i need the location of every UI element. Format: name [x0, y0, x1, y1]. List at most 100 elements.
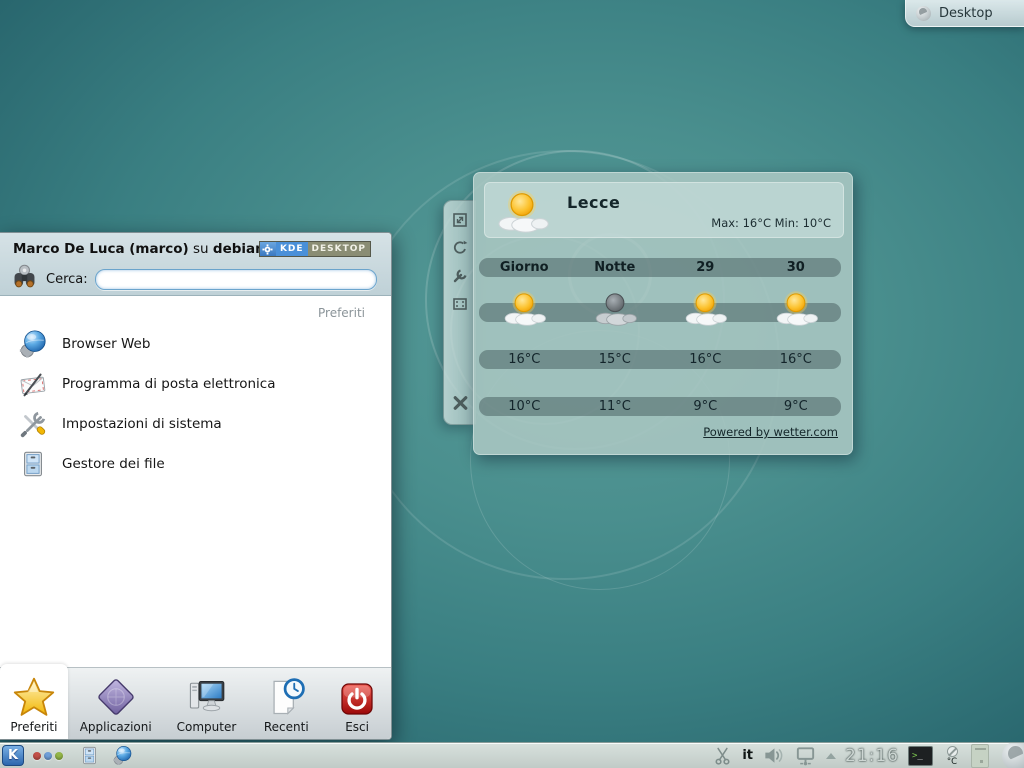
- kickoff-favorites-panel: Preferiti Browser Web Programma di posta…: [0, 297, 391, 667]
- tab-recenti[interactable]: Recenti: [249, 668, 323, 739]
- mail-icon: [18, 369, 48, 399]
- cashew-icon: [916, 6, 931, 21]
- badge-kde-label: KDE: [276, 242, 308, 256]
- activity-dot-red[interactable]: [33, 752, 41, 760]
- configure-button[interactable]: [451, 266, 470, 285]
- terminal-tray-icon[interactable]: >_: [908, 746, 933, 766]
- kmenu-button[interactable]: K: [2, 745, 24, 766]
- network-monitor-icon[interactable]: [794, 744, 817, 767]
- kickoff-tab-bar: Preferiti Applicazioni Computer Recenti …: [0, 667, 391, 739]
- day-temp: 16°C: [660, 352, 751, 367]
- sun-cloud-icon: [682, 289, 728, 327]
- file-manager-launcher-icon[interactable]: [79, 745, 100, 766]
- tab-computer[interactable]: Computer: [164, 668, 250, 739]
- favorite-label: Programma di posta elettronica: [62, 376, 275, 392]
- moon-cloud-icon: [592, 289, 638, 327]
- kde-desktop-badge: KDE DESKTOP: [259, 241, 371, 257]
- weather-icons-row: [479, 289, 841, 327]
- activity-dots: [33, 752, 63, 760]
- favorite-system-settings[interactable]: Impostazioni di sistema: [0, 404, 391, 444]
- kickoff-user-title: Marco De Luca (marco) su debian: [13, 241, 265, 257]
- tab-label: Preferiti: [10, 720, 57, 734]
- computer-icon: [184, 675, 228, 719]
- desktop: Desktop Lecce Max: 16°C Min: 10°C Giorno…: [0, 0, 1024, 768]
- favorite-browser-web[interactable]: Browser Web: [0, 324, 391, 364]
- title-connector: su: [189, 241, 213, 257]
- host-name: debian: [213, 241, 265, 257]
- rotate-button[interactable]: [451, 238, 470, 257]
- system-tray: it 21:16 >_ °C: [712, 742, 1024, 768]
- kickoff-search-row: Cerca:: [10, 263, 377, 296]
- night-temp: 11°C: [570, 399, 661, 414]
- volume-icon[interactable]: [762, 744, 785, 767]
- wetter-credit-link[interactable]: Powered by wetter.com: [703, 425, 838, 439]
- globe-gear-icon: [18, 329, 48, 359]
- diamond-icon: [94, 675, 138, 719]
- no-data-icon: [947, 746, 958, 757]
- weather-city: Lecce: [567, 193, 620, 212]
- klipper-scissors-icon[interactable]: [712, 745, 733, 766]
- tab-label: Esci: [345, 720, 369, 734]
- weather-maxmin: Max: 16°C Min: 10°C: [711, 216, 831, 230]
- star-icon: [12, 675, 56, 719]
- column-label: 30: [751, 260, 842, 275]
- kickoff-menu: Marco De Luca (marco) su debian KDE DESK…: [0, 232, 392, 740]
- tab-label: Applicazioni: [80, 720, 152, 734]
- tab-applicazioni[interactable]: Applicazioni: [68, 668, 164, 739]
- weather-day-temps-row: 16°C 15°C 16°C 16°C: [479, 350, 841, 369]
- tab-label: Recenti: [264, 720, 309, 734]
- weather-unit-label: °C: [947, 758, 957, 766]
- day-temp: 16°C: [751, 352, 842, 367]
- browser-launcher-icon[interactable]: [112, 745, 133, 766]
- close-widget-button[interactable]: [451, 393, 470, 412]
- sun-cloud-icon: [773, 289, 819, 327]
- search-binoculars-icon: [10, 263, 39, 296]
- tab-label: Computer: [177, 720, 237, 734]
- tray-expander-arrow[interactable]: [826, 753, 836, 759]
- kickoff-header: Marco De Luca (marco) su debian KDE DESK…: [0, 233, 391, 296]
- weather-header: Lecce Max: 16°C Min: 10°C: [484, 182, 844, 238]
- sun-cloud-icon: [501, 289, 547, 327]
- keyboard-layout-indicator[interactable]: it: [742, 748, 753, 763]
- user-name: Marco De Luca (marco): [13, 241, 189, 257]
- tab-preferiti[interactable]: Preferiti: [0, 664, 68, 739]
- file-cabinet-icon: [18, 449, 48, 479]
- tools-icon: [18, 409, 48, 439]
- favorite-mail-client[interactable]: Programma di posta elettronica: [0, 364, 391, 404]
- badge-desktop-label: DESKTOP: [308, 243, 370, 255]
- desktop-toolbox[interactable]: Desktop: [905, 0, 1024, 27]
- night-temp: 9°C: [751, 399, 842, 414]
- weather-widget: Lecce Max: 16°C Min: 10°C Giorno Notte 2…: [473, 172, 853, 455]
- weather-tray-icon[interactable]: °C: [942, 746, 962, 766]
- search-label: Cerca:: [46, 272, 88, 287]
- night-temp: 10°C: [479, 399, 570, 414]
- section-label: Preferiti: [0, 297, 391, 324]
- recent-document-icon: [264, 675, 308, 719]
- widget-handle[interactable]: [443, 200, 476, 425]
- kde-logo-icon: [260, 242, 276, 256]
- column-label: Notte: [570, 260, 661, 275]
- sun-cloud-icon: [493, 188, 551, 238]
- digital-clock[interactable]: 21:16: [845, 746, 899, 766]
- maximize-button[interactable]: [451, 294, 470, 313]
- panel-cashew-icon[interactable]: [1002, 742, 1024, 768]
- taskbar-panel: K it 21:16: [0, 742, 1024, 768]
- day-temp: 16°C: [479, 352, 570, 367]
- night-temp: 9°C: [660, 399, 751, 414]
- activity-dot-blue[interactable]: [44, 752, 52, 760]
- resize-button[interactable]: [451, 210, 470, 229]
- weather-night-temps-row: 10°C 11°C 9°C 9°C: [479, 397, 841, 416]
- weather-columns-row: Giorno Notte 29 30: [479, 258, 841, 277]
- favorite-label: Browser Web: [62, 336, 150, 352]
- activity-dot-green[interactable]: [55, 752, 63, 760]
- favorite-label: Gestore dei file: [62, 456, 165, 472]
- tab-esci[interactable]: Esci: [323, 668, 391, 739]
- search-input[interactable]: [95, 269, 377, 290]
- panel-launchers: K: [0, 745, 133, 766]
- column-label: 29: [660, 260, 751, 275]
- desktop-toolbox-label: Desktop: [939, 6, 993, 21]
- favorite-file-manager[interactable]: Gestore dei file: [0, 444, 391, 484]
- panel-widget-strip[interactable]: [971, 744, 989, 768]
- column-label: Giorno: [479, 260, 570, 275]
- favorite-label: Impostazioni di sistema: [62, 416, 222, 432]
